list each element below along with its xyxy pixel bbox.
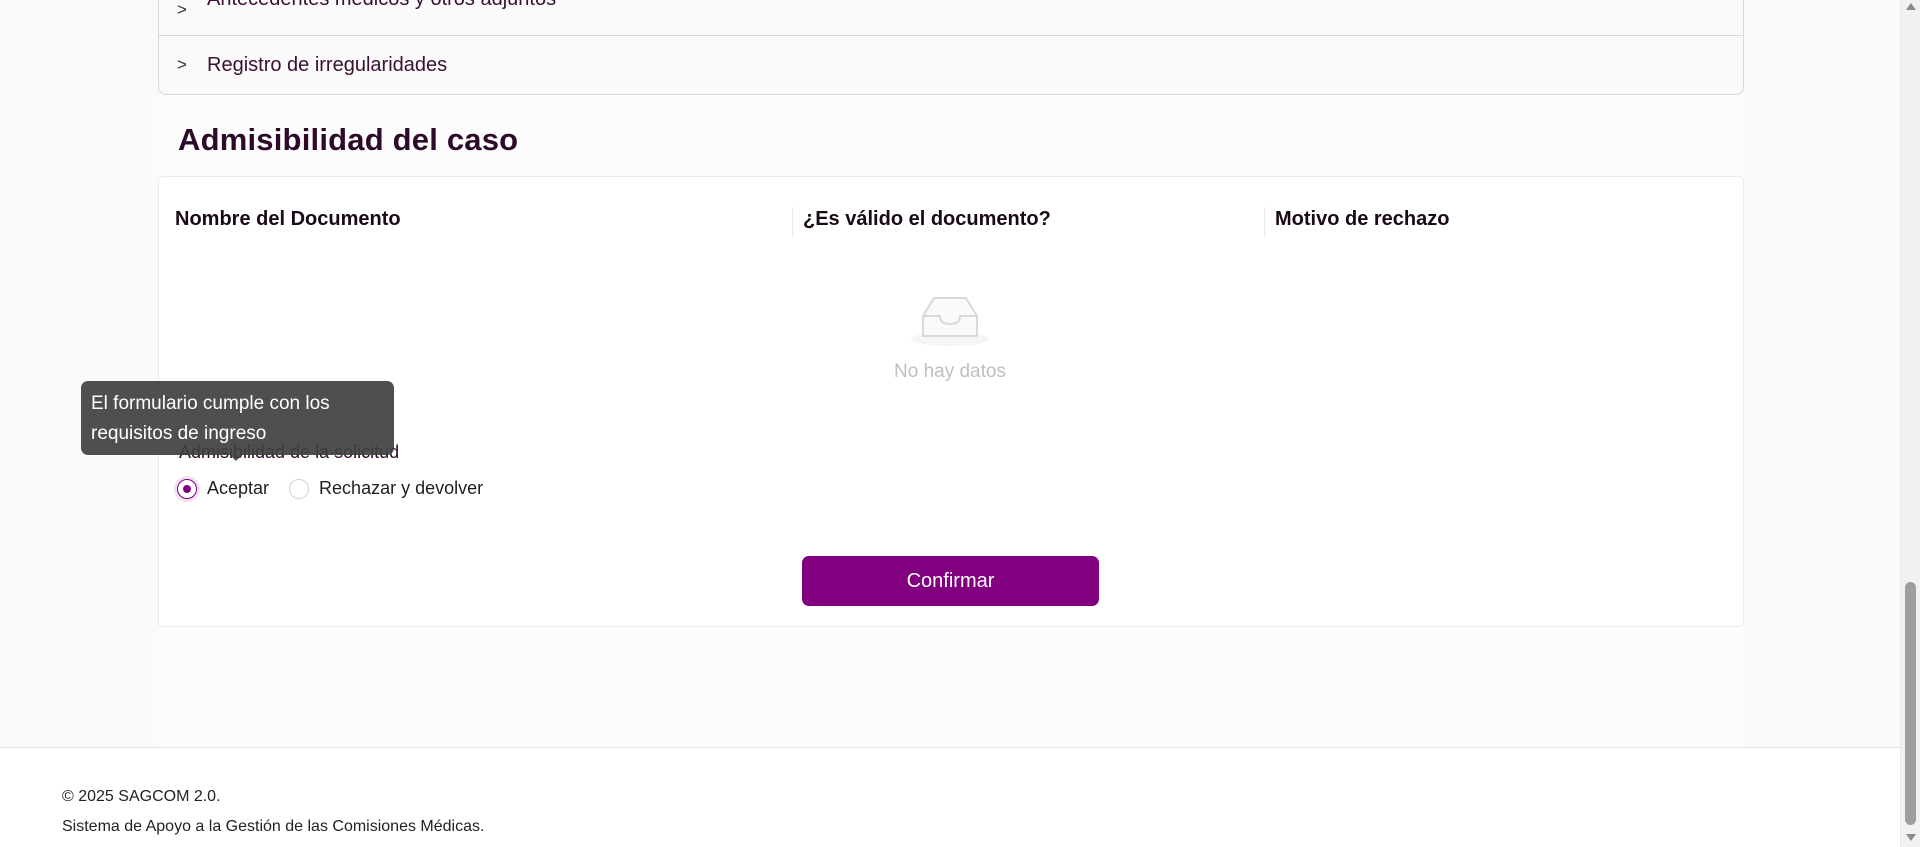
column-header-valido: ¿Es válido el documento? (803, 208, 1051, 230)
column-header-nombre: Nombre del Documento (175, 208, 401, 230)
collapse-item-antecedentes[interactable]: > Antecedentes médicos y otros adjuntos (159, 0, 1743, 35)
page: > Antecedentes médicos y otros adjuntos … (0, 0, 1900, 847)
footer: © 2025 SAGCOM 2.0. Sistema de Apoyo a la… (0, 747, 1900, 847)
confirm-button[interactable]: Confirmar (802, 556, 1099, 606)
scroll-down-arrow-icon[interactable] (1906, 834, 1916, 841)
chevron-right-icon: > (177, 55, 187, 74)
collapse-item-irregularidades[interactable]: > Registro de irregularidades (159, 35, 1743, 94)
footer-system-name: Sistema de Apoyo a la Gestión de las Com… (62, 818, 485, 835)
empty-text: No hay datos (894, 361, 1006, 382)
collapse-item-label: Registro de irregularidades (207, 53, 448, 76)
empty-inbox-icon (911, 297, 989, 346)
tooltip: El formulario cumple con los requisitos … (81, 381, 394, 455)
radio-label-aceptar: Aceptar (207, 478, 270, 498)
radio-option-rechazar[interactable]: Rechazar y devolver (289, 478, 483, 499)
radio-button-rechazar[interactable] (289, 478, 310, 499)
radio-button-aceptar[interactable] (177, 478, 197, 499)
scroll-up-arrow-icon[interactable] (1906, 3, 1916, 10)
scrollbar-thumb[interactable] (1905, 582, 1916, 825)
column-header-motivo: Motivo de rechazo (1275, 208, 1450, 230)
vertical-scrollbar[interactable] (1900, 0, 1920, 847)
radio-option-aceptar[interactable]: Aceptar (177, 478, 269, 499)
column-separator (792, 207, 793, 237)
collapse-item-label: Antecedentes médicos y otros adjuntos (207, 0, 556, 11)
column-separator (1264, 207, 1265, 237)
admisibility-radio-group: Aceptar Rechazar y devolver (177, 478, 483, 499)
footer-copyright: © 2025 SAGCOM 2.0. (62, 788, 221, 805)
chevron-right-icon: > (177, 0, 187, 19)
tooltip-arrow (230, 455, 242, 461)
radio-label-rechazar: Rechazar y devolver (319, 478, 484, 498)
collapse-panel: > Antecedentes médicos y otros adjuntos … (158, 0, 1744, 95)
section-title: Admisibilidad del caso (178, 122, 519, 157)
